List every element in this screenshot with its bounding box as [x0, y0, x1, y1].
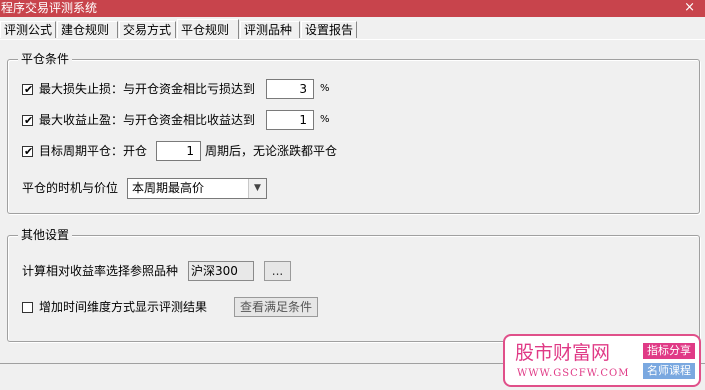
target-period-checkbox[interactable]: ✔ — [22, 145, 34, 158]
target-period-input[interactable]: 1 — [156, 141, 201, 161]
check-icon: ✔ — [24, 145, 34, 158]
target-period-suffix: 周期后，无论涨跌都平仓 — [205, 144, 338, 158]
title-bar: 程序交易评测系统 × — [0, 0, 705, 17]
max-loss-input[interactable]: 3 — [266, 79, 314, 99]
max-profit-checkbox[interactable]: ✔ — [22, 114, 34, 127]
reference-label: 计算相对收益率选择参照品种 — [22, 264, 179, 278]
max-loss-checkbox[interactable]: ✔ — [22, 83, 34, 96]
reference-value-field: 沪深300 — [188, 261, 254, 281]
chevron-down-icon[interactable]: ▼ — [248, 179, 266, 198]
reference-browse-button[interactable]: ... — [264, 261, 291, 281]
watermark-tag-indicators: 指标分享 — [643, 343, 695, 359]
site-watermark: 股市财富网 WWW.GSCFW.COM 指标分享 名师课程 — [503, 334, 701, 387]
tab-instruments[interactable]: 评测品种 — [240, 21, 300, 38]
close-icon[interactable]: × — [684, 0, 695, 15]
max-profit-input[interactable]: 1 — [266, 110, 314, 130]
tab-open-rules[interactable]: 建仓规则 — [57, 21, 118, 38]
close-timing-label: 平仓的时机与价位 — [22, 181, 119, 195]
close-rules-panel: 平仓条件 ✔ 最大损失止损：与开仓资金相比亏损达到 3 % ✔ 最大收益止盈：与… — [0, 39, 705, 363]
view-conditions-button[interactable]: 查看满足条件 — [234, 297, 318, 317]
max-profit-unit: % — [320, 114, 330, 125]
watermark-url: WWW.GSCFW.COM — [517, 368, 630, 379]
time-dimension-label: 增加时间维度方式显示评测结果 — [39, 300, 208, 314]
other-settings-title: 其他设置 — [18, 228, 73, 242]
time-dimension-checkbox[interactable] — [22, 302, 33, 313]
tab-close-rules[interactable]: 平仓规则 — [177, 19, 239, 39]
max-loss-label: 最大损失止损：与开仓资金相比亏损达到 — [39, 82, 256, 96]
check-icon: ✔ — [24, 114, 34, 127]
close-conditions-title: 平仓条件 — [18, 52, 73, 66]
check-icon: ✔ — [24, 83, 34, 96]
watermark-site-name: 股市财富网 — [515, 342, 611, 364]
other-settings-group: 其他设置 计算相对收益率选择参照品种 沪深300 ... 增加时间维度方式显示评… — [7, 228, 700, 342]
tab-strip: 评测公式 建仓规则 交易方式 平仓规则 评测品种 设置报告 — [0, 19, 705, 39]
target-period-label: 目标周期平仓：开仓 — [39, 144, 148, 158]
window-title: 程序交易评测系统 — [1, 1, 98, 15]
close-conditions-group: 平仓条件 ✔ 最大损失止损：与开仓资金相比亏损达到 3 % ✔ 最大收益止盈：与… — [7, 52, 700, 214]
tab-formula[interactable]: 评测公式 — [0, 21, 56, 38]
max-loss-unit: % — [320, 83, 330, 94]
close-timing-value: 本周期最高价 — [132, 181, 205, 195]
tab-trade-mode[interactable]: 交易方式 — [119, 21, 176, 38]
tab-report-settings[interactable]: 设置报告 — [301, 21, 357, 38]
max-profit-label: 最大收益止盈：与开仓资金相比收益达到 — [39, 113, 256, 127]
watermark-tag-courses: 名师课程 — [643, 363, 695, 379]
close-timing-select[interactable]: 本周期最高价 ▼ — [127, 178, 267, 199]
